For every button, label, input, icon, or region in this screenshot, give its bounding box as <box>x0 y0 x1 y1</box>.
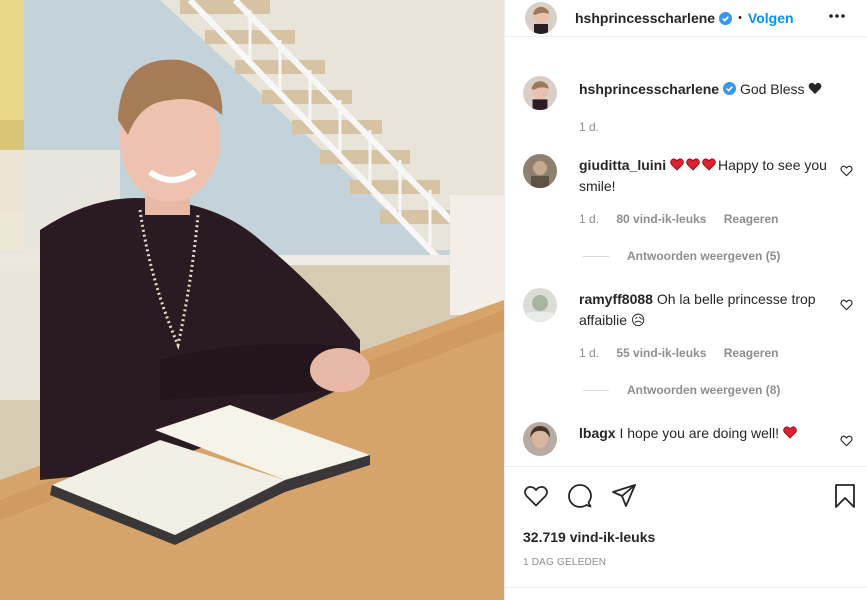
comment-username[interactable]: lbagx <box>579 425 616 441</box>
more-options-icon[interactable] <box>829 14 845 18</box>
post-header: hshprincesscharlene • Volgen <box>505 0 867 37</box>
comment-text: I hope you are doing well! <box>619 425 780 441</box>
comment-icon[interactable] <box>567 483 593 509</box>
comment-time[interactable]: 1 d. <box>579 346 599 360</box>
view-replies-button[interactable]: Antwoorden weergeven (5) <box>583 249 780 263</box>
caption: hshprincesscharlene God Bless 1 d. <box>523 76 853 136</box>
comment-item: lbagx I hope you are doing well! <box>523 422 853 462</box>
comment-item: ramyff8088 Oh la belle princesse trop af… <box>523 288 853 398</box>
caption-time[interactable]: 1 d. <box>579 120 599 134</box>
caption-text: God Bless <box>739 81 805 97</box>
red-heart-icon <box>686 158 700 171</box>
comment-text-block: giuditta_luini Happy to see you smile! <box>579 155 849 197</box>
comment-meta: 1 d. 80 vind-ik-leuks Reageren <box>579 212 792 226</box>
reply-button[interactable]: Reageren <box>724 346 779 360</box>
author-username[interactable]: hshprincesscharlene <box>575 10 715 26</box>
commenter-avatar[interactable] <box>523 422 557 456</box>
post-side-panel: hshprincesscharlene • Volgen hshprincess… <box>504 0 867 600</box>
comment-likes[interactable]: 55 vind-ik-leuks <box>616 346 706 360</box>
like-comment-icon[interactable] <box>840 165 853 177</box>
post-like-count[interactable]: 32.719 vind-ik-leuks <box>523 529 655 545</box>
comment-username[interactable]: giuditta_luini <box>579 157 666 173</box>
view-replies-label[interactable]: Antwoorden weergeven (8) <box>627 383 780 397</box>
post-footer: 32.719 vind-ik-leuks 1 DAG GELEDEN <box>505 466 867 600</box>
comment-likes[interactable]: 80 vind-ik-leuks <box>616 212 706 226</box>
separator-dot: • <box>738 12 742 24</box>
reply-button[interactable]: Reageren <box>724 212 779 226</box>
caption-meta: 1 d. <box>579 120 613 134</box>
view-replies-label[interactable]: Antwoorden weergeven (5) <box>627 249 780 263</box>
sad-face-emoji: 😥 <box>630 312 646 328</box>
black-heart-icon <box>809 82 822 94</box>
commenter-avatar[interactable] <box>523 288 557 322</box>
like-comment-icon[interactable] <box>840 435 853 447</box>
share-icon[interactable] <box>611 483 637 509</box>
save-icon[interactable] <box>832 483 858 509</box>
verified-badge-icon <box>719 11 733 25</box>
author-avatar[interactable] <box>525 2 557 34</box>
action-bar <box>523 483 858 509</box>
commenter-avatar[interactable] <box>523 154 557 188</box>
comment-username[interactable]: ramyff8088 <box>579 291 653 307</box>
replies-divider <box>583 389 609 391</box>
verified-badge-icon <box>723 82 737 95</box>
red-heart-icon <box>702 158 716 171</box>
follow-button[interactable]: Volgen <box>748 10 794 26</box>
author-avatar[interactable] <box>523 76 557 110</box>
red-heart-icon <box>783 426 797 439</box>
comment-text-block: lbagx I hope you are doing well! <box>579 423 849 444</box>
comment-meta: 1 d. 55 vind-ik-leuks Reageren <box>579 346 792 360</box>
like-comment-icon[interactable] <box>840 299 853 311</box>
caption-username[interactable]: hshprincesscharlene <box>579 81 719 97</box>
replies-divider <box>583 255 609 257</box>
footer-divider <box>505 587 867 588</box>
red-heart-icon <box>670 158 684 171</box>
like-icon[interactable] <box>523 483 549 509</box>
comment-item: giuditta_luini Happy to see you smile! 1… <box>523 154 853 264</box>
photo-scene <box>0 0 504 600</box>
post-timestamp[interactable]: 1 DAG GELEDEN <box>523 557 606 568</box>
caption-text-block: hshprincesscharlene God Bless <box>579 79 849 100</box>
view-replies-button[interactable]: Antwoorden weergeven (8) <box>583 383 780 397</box>
comment-text-block: ramyff8088 Oh la belle princesse trop af… <box>579 289 849 331</box>
post-photo[interactable] <box>0 0 504 600</box>
comment-time[interactable]: 1 d. <box>579 212 599 226</box>
